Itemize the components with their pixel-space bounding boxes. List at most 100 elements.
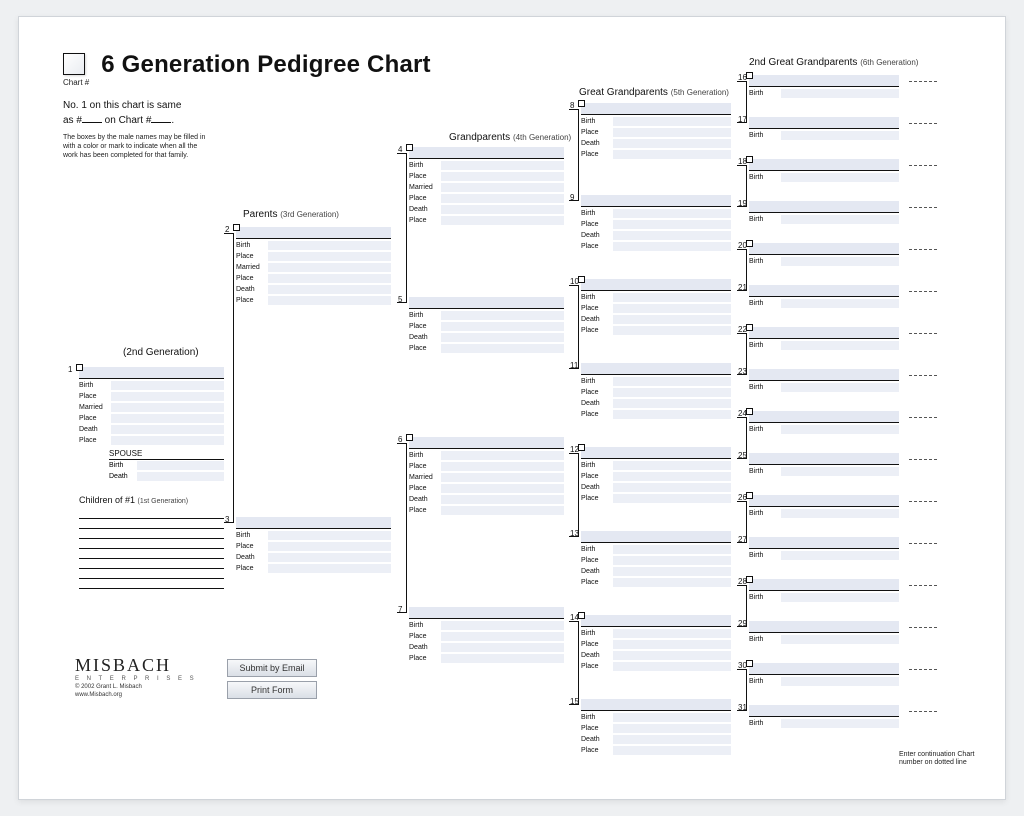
child-line[interactable] [79, 539, 224, 549]
name-input[interactable] [581, 363, 731, 375]
field-input[interactable] [613, 293, 731, 302]
child-line[interactable] [79, 559, 224, 569]
field-input[interactable] [111, 403, 224, 412]
field-input[interactable] [441, 495, 564, 504]
male-checkbox[interactable] [578, 100, 585, 107]
print-button[interactable]: Print Form [227, 681, 317, 699]
name-input[interactable] [409, 607, 564, 619]
field-input[interactable] [441, 484, 564, 493]
name-input[interactable] [581, 615, 731, 627]
field-input[interactable] [441, 654, 564, 663]
field-input[interactable] [613, 713, 731, 722]
name-input[interactable] [79, 367, 224, 379]
continuation-dash[interactable] [909, 711, 937, 712]
continuation-dash[interactable] [909, 333, 937, 334]
name-input[interactable] [581, 279, 731, 291]
field-input[interactable] [441, 194, 564, 203]
name-input[interactable] [749, 621, 899, 633]
name-input[interactable] [749, 327, 899, 339]
field-input[interactable] [613, 128, 731, 137]
field-input[interactable] [268, 553, 391, 562]
field-input[interactable] [613, 220, 731, 229]
field-input[interactable] [613, 150, 731, 159]
field-input[interactable] [111, 392, 224, 401]
field-input[interactable] [781, 509, 899, 518]
name-input[interactable] [749, 411, 899, 423]
name-input[interactable] [749, 369, 899, 381]
name-input[interactable] [581, 195, 731, 207]
field-input[interactable] [613, 578, 731, 587]
male-checkbox[interactable] [746, 408, 753, 415]
male-checkbox[interactable] [746, 240, 753, 247]
field-input[interactable] [441, 473, 564, 482]
field-input[interactable] [613, 629, 731, 638]
field-input[interactable] [613, 545, 731, 554]
field-input[interactable] [613, 461, 731, 470]
field-input[interactable] [111, 436, 224, 445]
field-input[interactable] [268, 274, 391, 283]
field-input[interactable] [613, 567, 731, 576]
field-input[interactable] [613, 640, 731, 649]
submit-button[interactable]: Submit by Email [227, 659, 317, 677]
field-input[interactable] [613, 494, 731, 503]
field-input[interactable] [613, 242, 731, 251]
name-input[interactable] [749, 159, 899, 171]
continuation-dash[interactable] [909, 585, 937, 586]
field-input[interactable] [441, 205, 564, 214]
field-input[interactable] [613, 139, 731, 148]
field-input[interactable] [613, 399, 731, 408]
male-checkbox[interactable] [76, 364, 83, 371]
field-input[interactable] [613, 231, 731, 240]
male-checkbox[interactable] [746, 660, 753, 667]
field-input[interactable] [111, 414, 224, 423]
field-input[interactable] [441, 216, 564, 225]
continuation-dash[interactable] [909, 81, 937, 82]
field-input[interactable] [781, 215, 899, 224]
field-input[interactable] [781, 131, 899, 140]
field-input[interactable] [441, 322, 564, 331]
field-input[interactable] [613, 117, 731, 126]
name-input[interactable] [749, 243, 899, 255]
name-input[interactable] [409, 437, 564, 449]
male-checkbox[interactable] [746, 324, 753, 331]
field-input[interactable] [781, 89, 899, 98]
field-input[interactable] [111, 381, 224, 390]
field-input[interactable] [781, 173, 899, 182]
name-input[interactable] [749, 663, 899, 675]
field-input[interactable] [781, 593, 899, 602]
name-input[interactable] [749, 579, 899, 591]
name-input[interactable] [749, 453, 899, 465]
field-input[interactable] [613, 326, 731, 335]
field-input[interactable] [781, 341, 899, 350]
name-input[interactable] [749, 117, 899, 129]
continuation-dash[interactable] [909, 207, 937, 208]
field-input[interactable] [613, 662, 731, 671]
male-checkbox[interactable] [578, 444, 585, 451]
name-input[interactable] [749, 75, 899, 87]
continuation-dash[interactable] [909, 501, 937, 502]
field-input[interactable] [781, 299, 899, 308]
field-input[interactable] [441, 172, 564, 181]
male-checkbox[interactable] [406, 144, 413, 151]
continuation-dash[interactable] [909, 375, 937, 376]
field-input[interactable] [441, 632, 564, 641]
name-input[interactable] [749, 537, 899, 549]
field-input[interactable] [441, 506, 564, 515]
field-input[interactable] [441, 462, 564, 471]
field-input[interactable] [268, 241, 391, 250]
child-line[interactable] [79, 529, 224, 539]
field-input[interactable] [268, 263, 391, 272]
name-input[interactable] [749, 201, 899, 213]
child-line[interactable] [79, 549, 224, 559]
male-checkbox[interactable] [746, 156, 753, 163]
continuation-dash[interactable] [909, 669, 937, 670]
name-input[interactable] [581, 531, 731, 543]
continuation-dash[interactable] [909, 291, 937, 292]
continuation-dash[interactable] [909, 123, 937, 124]
field-input[interactable] [781, 635, 899, 644]
male-checkbox[interactable] [746, 576, 753, 583]
field-input[interactable] [613, 651, 731, 660]
field-input[interactable] [613, 410, 731, 419]
field-input[interactable] [781, 383, 899, 392]
field-input[interactable] [441, 344, 564, 353]
